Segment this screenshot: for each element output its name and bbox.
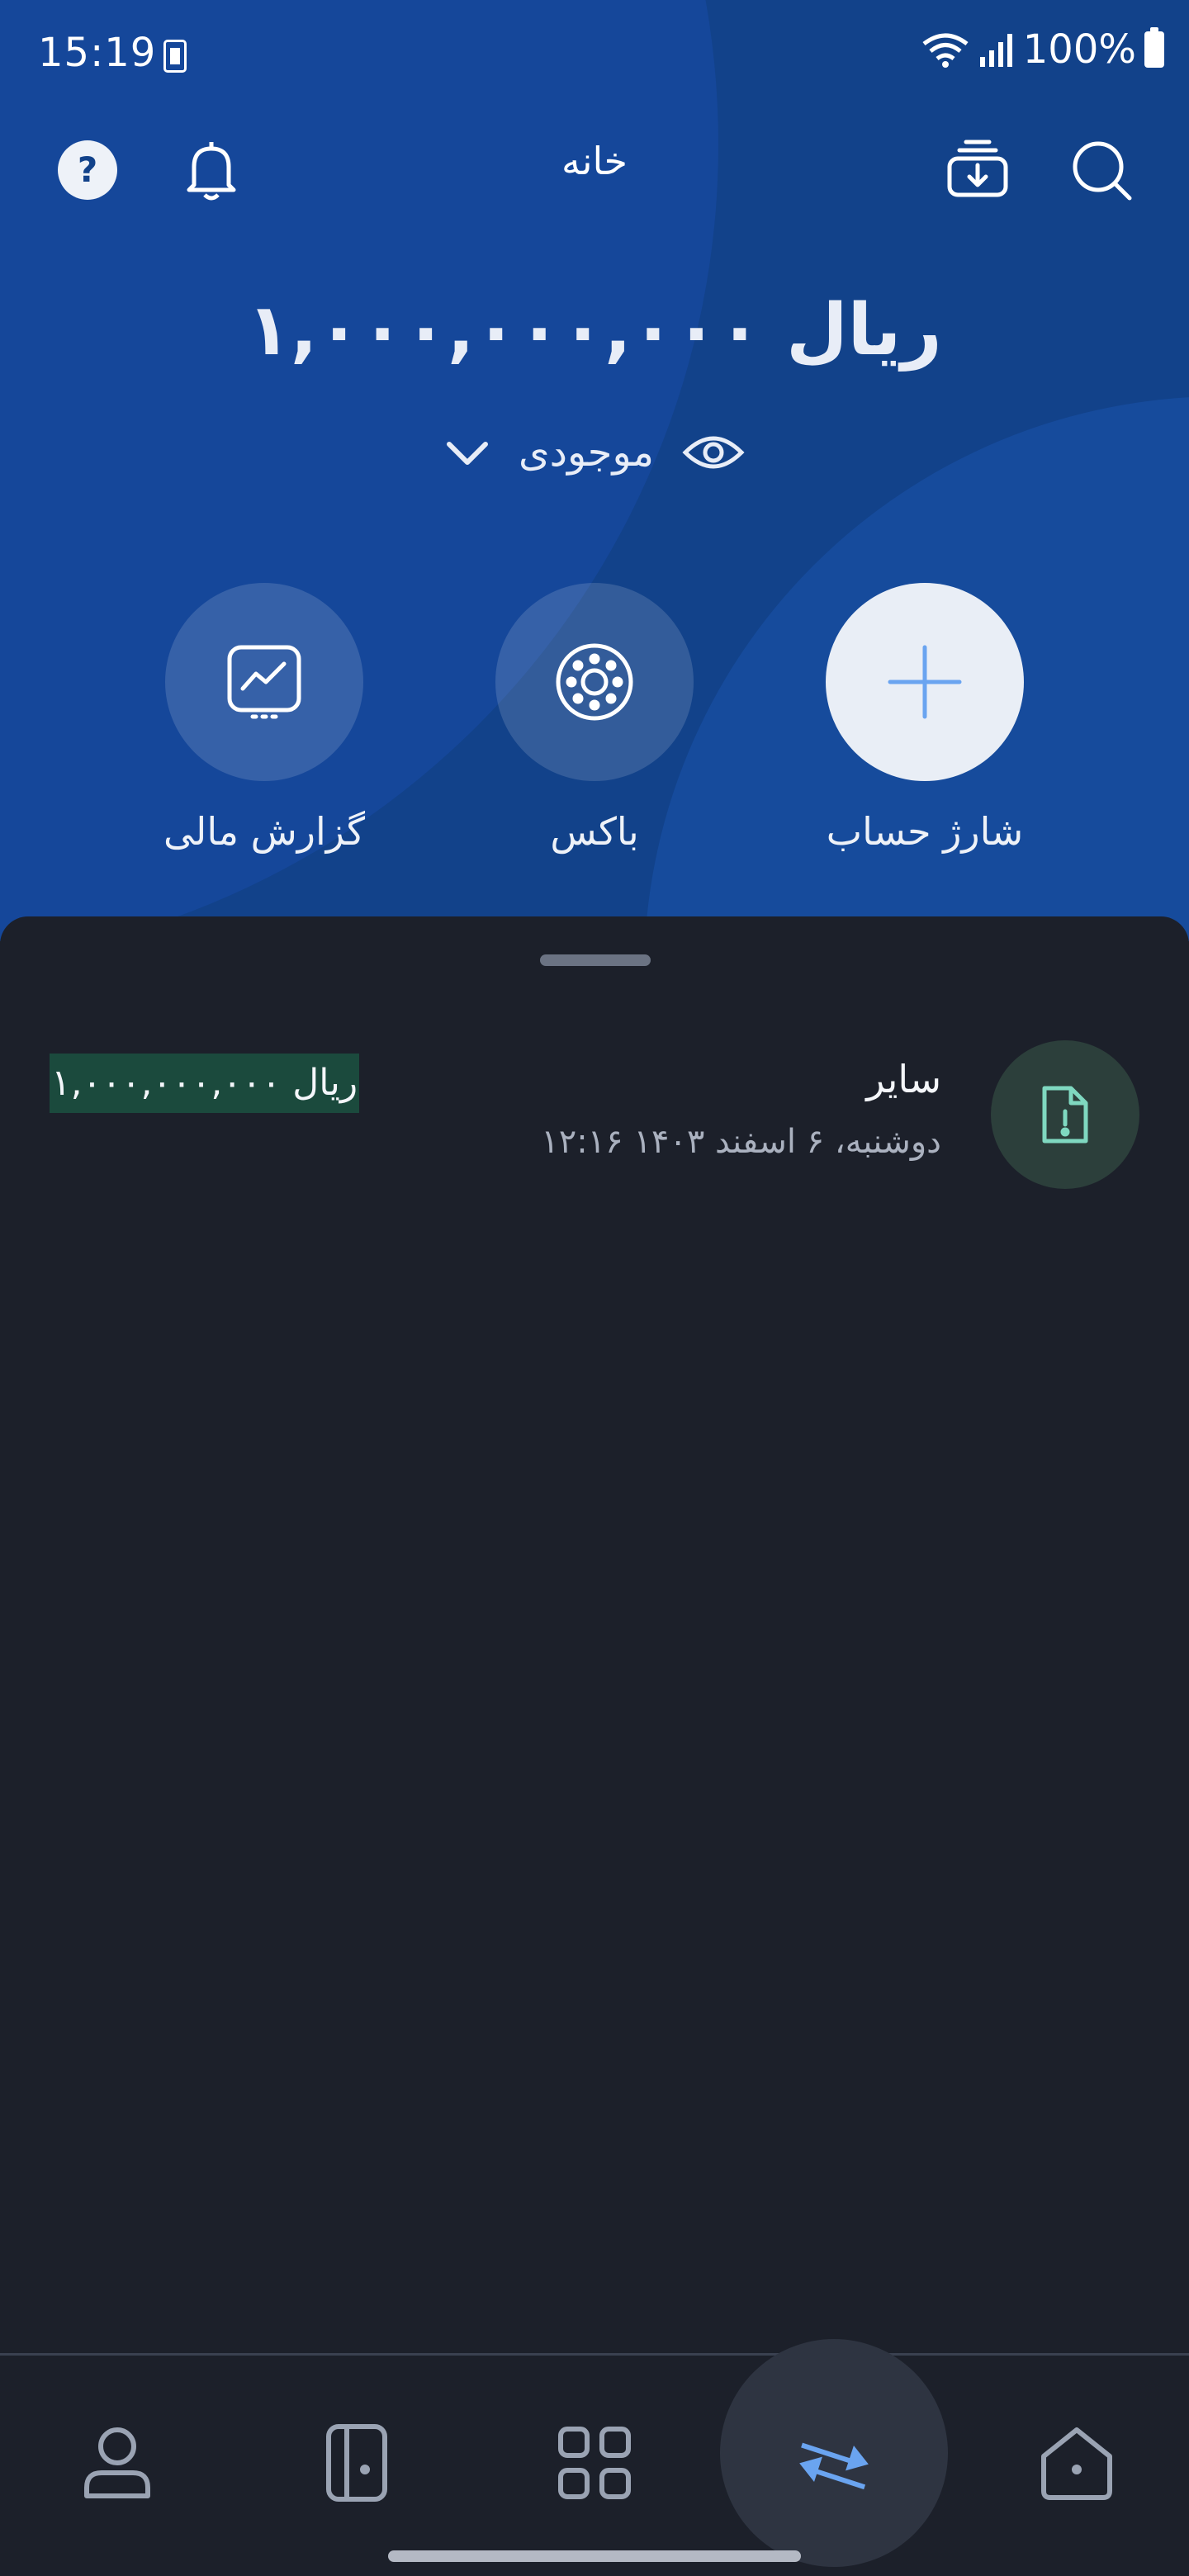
chevron-down-icon[interactable] xyxy=(444,436,490,469)
financial-report-button[interactable]: گزارش مالی xyxy=(157,583,372,854)
status-right: 100% xyxy=(921,26,1164,73)
box-label: باکس xyxy=(550,809,639,854)
transaction-date: دوشنبه، ۶ اسفند ۱۴۰۳ ۱۲:۱۶ xyxy=(541,1123,941,1161)
transaction-amount: ۱,۰۰۰,۰۰۰,۰۰۰ ریال xyxy=(50,1054,360,1113)
search-icon[interactable] xyxy=(1067,135,1136,205)
card-icon[interactable] xyxy=(307,2413,406,2512)
box-button[interactable]: باکس xyxy=(487,583,702,854)
home-icon[interactable] xyxy=(1027,2413,1126,2512)
eye-icon[interactable] xyxy=(682,431,745,474)
charge-account-label: شارژ حساب xyxy=(826,809,1024,854)
download-tray-icon[interactable] xyxy=(943,134,1012,203)
transaction-title: سایر xyxy=(866,1057,941,1101)
services-grid-icon[interactable] xyxy=(545,2413,644,2512)
app-screen: 15:19 100% ? خانه ۱,۰۰۰,۰۰۰,۰۰۰ ریال موج… xyxy=(0,0,1189,2576)
financial-report-label: گزارش مالی xyxy=(163,809,366,854)
profile-icon[interactable] xyxy=(68,2413,167,2512)
chart-report-icon[interactable] xyxy=(165,583,363,781)
hero-header: 15:19 100% ? خانه ۱,۰۰۰,۰۰۰,۰۰۰ ریال موج… xyxy=(0,0,1189,941)
sheet-handle[interactable] xyxy=(540,954,651,966)
transactions-sheet: سایر دوشنبه، ۶ اسفند ۱۴۰۳ ۱۲:۱۶ ۱,۰۰۰,۰۰… xyxy=(0,916,1189,2353)
balance-amount: ۱,۰۰۰,۰۰۰,۰۰۰ ریال xyxy=(247,289,942,372)
box-icon[interactable] xyxy=(495,583,694,781)
status-time: 15:19 xyxy=(38,30,157,76)
home-indicator[interactable] xyxy=(388,2550,801,2562)
bottom-nav xyxy=(0,2339,1189,2576)
charge-account-button[interactable]: شارژ حساب xyxy=(817,583,1032,854)
battery-icon xyxy=(1144,27,1164,68)
transactions-icon[interactable] xyxy=(784,2413,883,2512)
sim-icon xyxy=(163,40,187,73)
balance-label: موجودی xyxy=(519,429,654,476)
balance-row: موجودی xyxy=(0,429,1189,476)
document-alert-icon xyxy=(991,1040,1139,1189)
signal-icon xyxy=(979,34,1012,67)
battery-text: 100% xyxy=(1022,26,1136,73)
wifi-icon xyxy=(922,33,969,68)
plus-icon[interactable] xyxy=(826,583,1024,781)
